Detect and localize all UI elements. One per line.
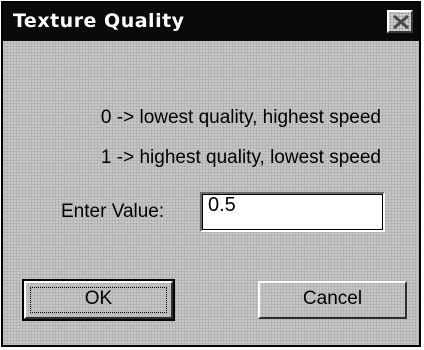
ok-focus-rect [30,287,167,313]
cancel-button[interactable]: Cancel [258,281,407,319]
info-line-highest: 1 -> highest quality, lowest speed [3,147,419,169]
close-icon [393,14,409,30]
info-text-lowest: 0 -> lowest quality, highest speed [100,107,381,128]
ok-button[interactable]: OK [22,279,175,321]
value-input[interactable]: 0.5 [200,192,385,232]
info-text-highest: 1 -> highest quality, lowest speed [100,147,381,168]
enter-value-label: Enter Value: [61,201,165,222]
info-line-lowest: 0 -> lowest quality, highest speed [3,107,419,129]
dialog-title: Texture Quality [13,10,185,32]
texture-quality-dialog: Texture Quality 0 -> lowest quality, hig… [1,1,421,347]
cancel-button-label: Cancel [302,288,363,309]
close-button[interactable] [387,10,413,33]
title-bar[interactable]: Texture Quality [3,3,419,41]
